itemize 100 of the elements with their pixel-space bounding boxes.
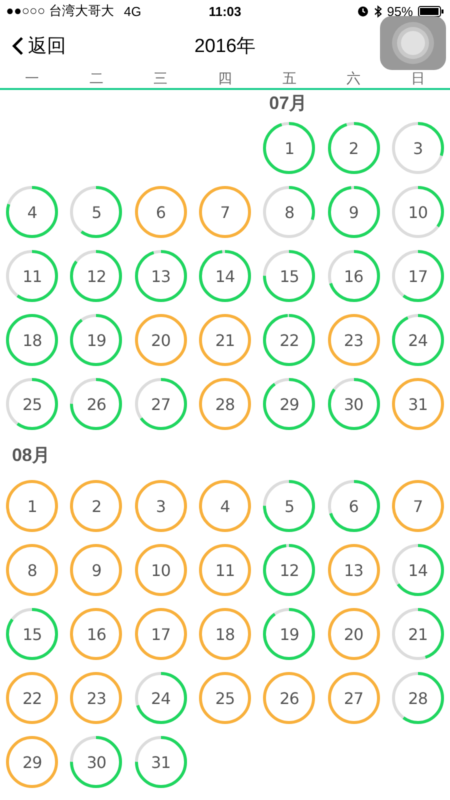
progress-ring: [70, 314, 122, 366]
day-number: 15: [280, 266, 299, 286]
day-number: 10: [408, 202, 428, 222]
goal-ring: [70, 672, 122, 724]
day-number: 23: [344, 330, 364, 350]
month-label: 07月: [268, 92, 308, 115]
day-number: 3: [156, 496, 166, 516]
weekday-label: 四: [218, 70, 232, 88]
progress-ring: [392, 608, 444, 660]
goal-ring: [6, 480, 58, 532]
back-button[interactable]: 返回: [12, 33, 66, 59]
goal-ring: [134, 608, 187, 660]
progress-ring: [392, 250, 444, 302]
weekday-label: 一: [25, 70, 40, 88]
progress-ring: [70, 250, 122, 302]
progress-ring: [134, 250, 187, 302]
day-number: 27: [151, 394, 170, 414]
progress-ring: [263, 250, 316, 302]
day-number: 1: [27, 496, 37, 516]
progress-ring: [198, 250, 251, 302]
day-number: 7: [220, 202, 230, 222]
day-number: 17: [151, 624, 170, 644]
day-number: 19: [280, 624, 299, 644]
weekday-label: 三: [154, 70, 168, 88]
assistive-touch-button[interactable]: [380, 16, 446, 70]
day-number: 13: [151, 266, 170, 286]
day-number: 10: [151, 560, 170, 580]
weekday-label: 二: [89, 70, 104, 88]
day-number: 28: [408, 688, 428, 708]
day-number: 28: [215, 394, 235, 414]
goal-ring: [70, 608, 122, 660]
chevron-left-icon: [12, 36, 24, 56]
day-number: 20: [151, 330, 170, 350]
network-text: 4G: [124, 4, 142, 18]
progress-ring: [263, 122, 316, 174]
goal-ring: [134, 480, 187, 532]
goal-ring: [134, 544, 187, 596]
day-number: 16: [86, 624, 106, 644]
day-number: 15: [22, 624, 42, 644]
progress-ring: [6, 608, 58, 660]
circle-icon: [391, 21, 435, 65]
day-number: 2: [92, 496, 102, 516]
day-number: 23: [86, 688, 106, 708]
goal-ring: [198, 378, 251, 430]
goal-ring: [328, 544, 380, 596]
goal-ring: [134, 314, 187, 366]
day-number: 11: [215, 560, 235, 580]
day-number: 9: [348, 202, 358, 222]
day-number: 26: [280, 688, 299, 708]
day-number: 13: [344, 560, 364, 580]
goal-ring: [198, 544, 251, 596]
day-number: 2: [348, 138, 358, 158]
day-number: 24: [151, 688, 170, 708]
progress-ring: [263, 378, 316, 430]
goal-ring: [198, 608, 251, 660]
day-number: 4: [27, 202, 37, 222]
day-number: 5: [92, 202, 102, 222]
clock-text: 11:03: [208, 4, 242, 18]
day-number: 18: [215, 624, 235, 644]
goal-ring: [328, 314, 380, 366]
progress-ring: [263, 544, 316, 596]
progress-ring: [70, 186, 122, 238]
progress-ring: [6, 186, 58, 238]
day-number: 8: [284, 202, 294, 222]
day-number: 22: [280, 330, 299, 350]
alarm-icon: [356, 5, 369, 17]
progress-ring: [6, 314, 58, 366]
progress-ring: [263, 480, 316, 532]
day-number: 31: [151, 752, 170, 772]
goal-ring: [328, 608, 380, 660]
day-number: 6: [156, 202, 166, 222]
day-number: 18: [22, 330, 42, 350]
progress-ring: [392, 672, 444, 724]
day-number: 6: [348, 496, 358, 516]
day-number: 19: [86, 330, 106, 350]
progress-ring: [70, 736, 122, 788]
day-number: 9: [92, 560, 102, 580]
goal-ring: [198, 314, 251, 366]
day-number: 12: [86, 266, 106, 286]
goal-ring: [328, 672, 380, 724]
progress-ring: [328, 186, 380, 238]
day-number: 17: [408, 266, 428, 286]
goal-ring: [198, 480, 251, 532]
day-number: 29: [22, 752, 42, 772]
progress-ring: [134, 378, 187, 430]
progress-ring: [392, 186, 444, 238]
day-number: 21: [408, 624, 428, 644]
weekday-label: 六: [346, 70, 361, 88]
goal-ring: [70, 544, 122, 596]
day-number: 7: [413, 496, 423, 516]
day-number: 22: [22, 688, 42, 708]
day-number: 25: [22, 394, 42, 414]
goal-ring: [198, 672, 251, 724]
day-number: 14: [215, 266, 235, 286]
progress-ring: [263, 314, 316, 366]
goal-ring: [6, 544, 58, 596]
goal-ring: [263, 672, 316, 724]
progress-ring: [134, 672, 187, 724]
day-number: 21: [215, 330, 235, 350]
progress-ring: [70, 378, 122, 430]
